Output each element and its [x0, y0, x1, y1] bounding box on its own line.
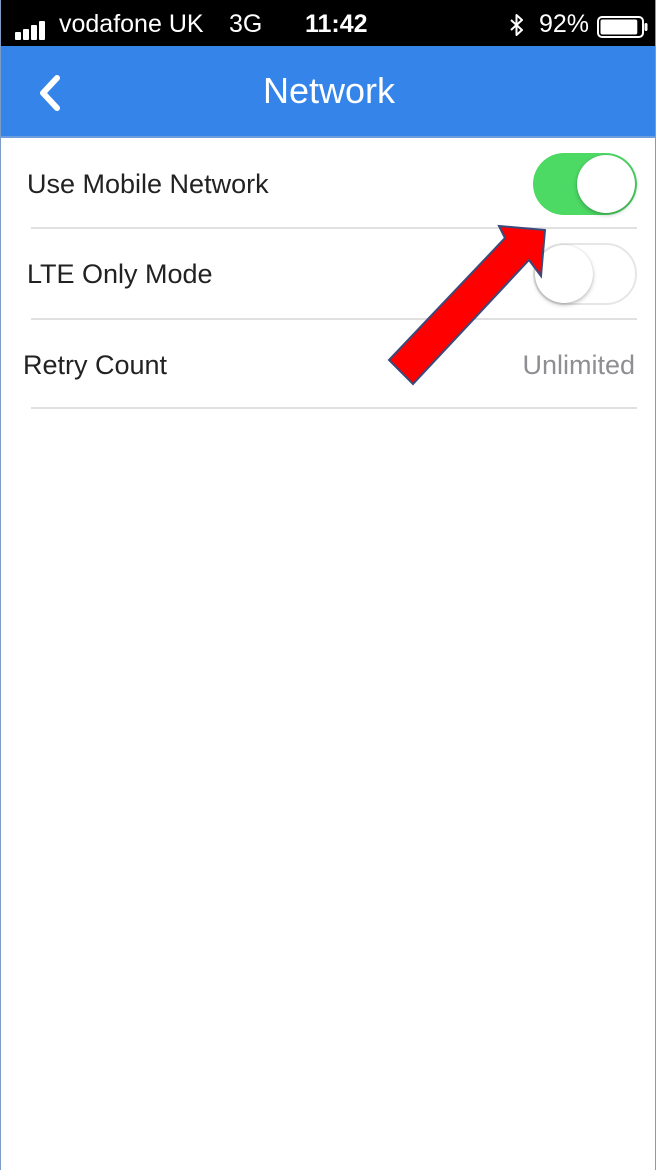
bluetooth-icon: [510, 14, 523, 36]
lte-only-mode-toggle[interactable]: [533, 243, 637, 305]
signal-strength-icon: [15, 20, 45, 40]
setting-label-retry-count: Retry Count: [23, 350, 168, 380]
setting-row-retry-count[interactable]: Retry Count Unlimited: [1, 320, 655, 410]
status-time: 11:42: [305, 10, 368, 38]
battery-icon: [597, 16, 648, 38]
setting-row-lte-only-mode: LTE Only Mode: [1, 229, 655, 319]
row-divider: [31, 407, 637, 409]
status-bar: vodafone UK 3G 11:42 92%: [1, 0, 655, 46]
setting-row-use-mobile-network: Use Mobile Network: [1, 138, 655, 228]
page-title: Network: [262, 70, 396, 111]
use-mobile-network-toggle[interactable]: [533, 153, 637, 215]
setting-label-lte-only-mode: LTE Only Mode: [27, 259, 213, 289]
battery-percent: 92%: [539, 10, 590, 38]
phone-screen: vodafone UK 3G 11:42 92% Network Use Mob…: [0, 0, 656, 1170]
network-type: 3G: [229, 10, 263, 38]
setting-label-use-mobile-network: Use Mobile Network: [27, 169, 269, 199]
navigation-bar: Network: [1, 46, 655, 138]
toggle-knob: [577, 155, 635, 213]
toggle-knob: [535, 245, 593, 303]
carrier-name: vodafone UK: [59, 10, 204, 38]
retry-count-value: Unlimited: [522, 350, 635, 380]
